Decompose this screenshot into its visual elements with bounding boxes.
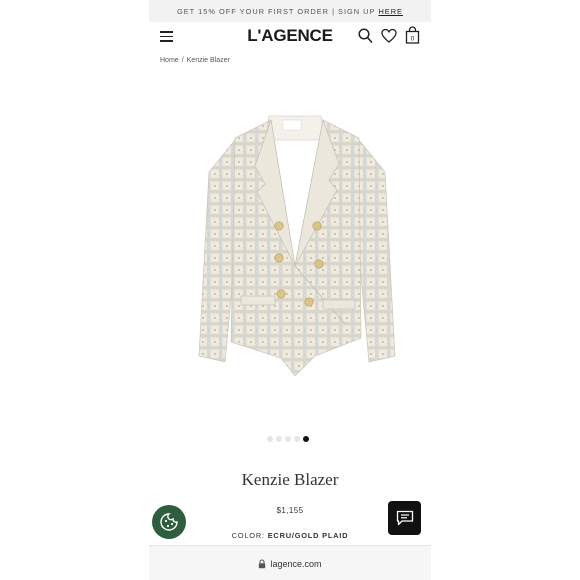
cookie-settings-button[interactable] (152, 505, 186, 539)
product-title: Kenzie Blazer (241, 470, 339, 489)
breadcrumb-current: Kenzie Blazer (186, 57, 230, 64)
chat-button[interactable] (388, 501, 421, 535)
gallery-dot[interactable] (285, 436, 291, 442)
search-icon[interactable] (358, 28, 373, 44)
product-image-blazer[interactable] (195, 106, 399, 382)
breadcrumb-home[interactable]: Home (160, 57, 179, 64)
promo-text: GET 15% OFF YOUR FIRST ORDER | SIGN UP (177, 6, 376, 16)
gallery-dot-active[interactable] (303, 436, 309, 442)
breadcrumb-separator: / (181, 57, 184, 64)
gallery-dot[interactable] (276, 436, 282, 442)
mobile-page: GET 15% OFF YOUR FIRST ORDER | SIGN UP H… (149, 0, 431, 580)
promo-signup-link[interactable]: HERE (378, 7, 403, 16)
promo-banner: GET 15% OFF YOUR FIRST ORDER | SIGN UP H… (149, 0, 431, 22)
breadcrumb: Home / Kenzie Blazer (160, 57, 230, 64)
gallery-dot[interactable] (294, 436, 300, 442)
lock-icon (259, 559, 266, 568)
bag-count: 0 (411, 36, 415, 43)
shopping-bag-icon[interactable]: 0 (405, 26, 420, 44)
browser-url: lagence.com (270, 558, 322, 569)
site-header: L'AGENCE 0 (149, 22, 431, 52)
chat-icon (396, 510, 413, 526)
browser-address-bar[interactable]: lagence.com (149, 545, 431, 580)
color-label: COLOR: (231, 531, 265, 540)
color-value: ECRU/GOLD PLAID (267, 531, 349, 540)
gallery-dot[interactable] (267, 436, 273, 442)
cookie-icon (160, 513, 178, 531)
gallery-pagination (267, 436, 309, 442)
heart-icon[interactable] (381, 28, 397, 44)
